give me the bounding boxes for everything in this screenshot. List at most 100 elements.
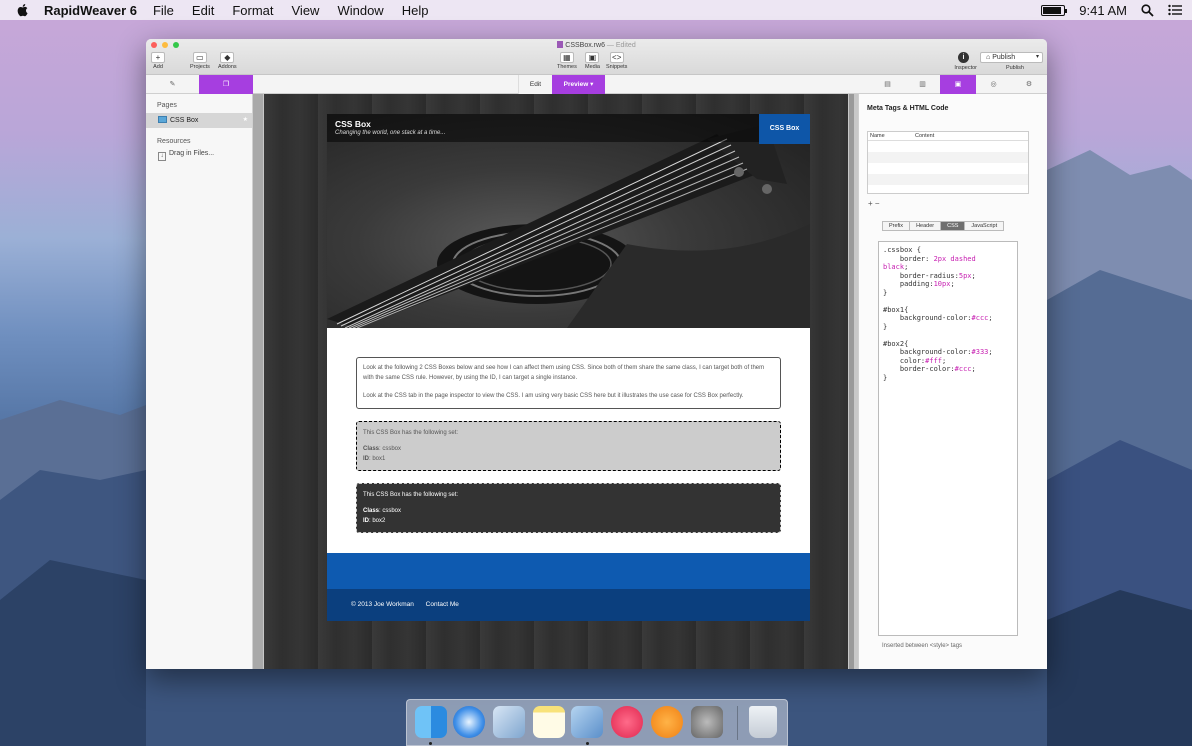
download-file-icon: ↓ [158, 152, 166, 161]
site-footer: © 2013 Joe Workman Contact Me [327, 588, 810, 621]
code-line: border-radius:5px; [883, 271, 976, 280]
system-preferences-icon[interactable] [691, 706, 723, 738]
globe-icon: ◎ [990, 81, 997, 88]
inspector-tab-header[interactable]: ▣ [940, 75, 976, 94]
chevron-down-icon[interactable]: ▾ [1036, 53, 1039, 62]
dock [406, 699, 788, 746]
publish-button[interactable]: ⌂ Publish ▾ [980, 52, 1043, 63]
table-row[interactable] [868, 141, 1028, 152]
site-title: CSS Box [335, 119, 371, 129]
inspector-tab-page[interactable]: ▥ [905, 75, 940, 94]
css-box-2: This CSS Box has the following set: Clas… [356, 482, 781, 533]
code-line: background-color:#ccc; [883, 314, 993, 322]
tab-preview[interactable]: Preview ▾ [552, 75, 605, 94]
footer-copyright: © 2013 Joe Workman [351, 600, 414, 608]
add-remove-meta-buttons[interactable]: + − [868, 199, 880, 208]
media-button[interactable]: ▣ Media [585, 52, 600, 70]
code-line: #box1{ [883, 305, 909, 314]
inspector-tab-general[interactable]: ▤ [870, 75, 905, 94]
table-header: Name Content [868, 132, 1028, 141]
table-row[interactable] [868, 152, 1028, 163]
tools-tab[interactable]: ✎ [146, 75, 199, 94]
menu-format[interactable]: Format [232, 3, 273, 18]
menu-window[interactable]: Window [337, 3, 383, 18]
site-content: Look at the following 2 CSS Boxes below … [327, 328, 810, 553]
code-line: black; [883, 263, 909, 271]
menu-file[interactable]: File [153, 3, 174, 18]
safari-icon[interactable] [453, 706, 485, 738]
inspector-tab-seo[interactable]: ◎ [976, 75, 1011, 94]
site-title-bar [327, 114, 810, 142]
snippets-button[interactable]: <> Snippets [606, 52, 627, 70]
tab-edit[interactable]: Edit [518, 75, 552, 94]
trash-icon[interactable] [749, 706, 777, 738]
intro-box: Look at the following 2 CSS Boxes below … [356, 357, 781, 409]
code-line: } [883, 322, 888, 331]
battery-icon[interactable] [1041, 4, 1068, 16]
clock[interactable]: 9:41 AM [1079, 3, 1127, 18]
snippets-icon: <> [609, 52, 624, 63]
tab-header[interactable]: Header [910, 221, 942, 231]
sidebar: Pages CSS Box ★ Resources ↓ Drag in Files… [146, 94, 253, 669]
preview-left-gutter [253, 94, 263, 669]
site-nav-item[interactable]: CSS Box [759, 114, 810, 144]
chevron-down-icon: ▾ [590, 81, 594, 88]
ibooks-icon[interactable] [651, 706, 683, 738]
themes-button[interactable]: ▦ Themes [557, 52, 577, 70]
inspector-info-icon[interactable]: i [958, 52, 969, 63]
page-icon [158, 116, 167, 123]
menu-edit[interactable]: Edit [192, 3, 214, 18]
sidebar-item-css-box[interactable]: CSS Box ★ [146, 113, 252, 128]
intro-paragraph-2: Look at the CSS tab in the page inspecto… [363, 393, 744, 399]
footer-contact-link[interactable]: Contact Me [426, 601, 459, 608]
notification-center-icon[interactable] [1168, 4, 1182, 16]
media-icon: ▣ [585, 52, 600, 63]
preview-pane[interactable]: CSS Box Changing the world, one stack at… [253, 94, 858, 669]
inspector-tab-settings[interactable]: ⚙ [1011, 75, 1047, 94]
spotlight-search-icon[interactable] [1141, 3, 1154, 17]
gear-icon: ⚙ [1025, 81, 1033, 88]
code-line: color:#fff; [883, 356, 947, 365]
css-code-editor[interactable]: .cssbox { border: 2px dashed black; bord… [878, 241, 1018, 636]
dock-separator [737, 706, 738, 740]
code-line: padding:10px; [883, 280, 955, 288]
menu-view[interactable]: View [292, 3, 320, 18]
tab-prefix[interactable]: Prefix [882, 221, 911, 231]
table-row[interactable] [868, 174, 1028, 185]
code-icon: ▣ [954, 81, 962, 88]
resources-drop-zone[interactable]: ↓ Drag in Files... [146, 150, 252, 161]
app-name-menu[interactable]: RapidWeaver 6 [44, 3, 137, 18]
box2-heading: This CSS Box has the following set: [363, 491, 459, 498]
document-icon [557, 41, 564, 48]
apple-menu-icon[interactable] [16, 3, 30, 17]
add-button[interactable]: + Add [151, 52, 165, 70]
site-banner: CSS Box Changing the world, one stack at… [327, 114, 810, 328]
tab-css[interactable]: CSS [941, 221, 966, 231]
projects-icon: ▭ [192, 52, 207, 63]
table-row[interactable] [868, 163, 1028, 174]
page-icon: ▤ [884, 81, 891, 88]
wrench-icon: ✎ [169, 81, 176, 88]
document-edited-state: — Edited [606, 42, 636, 49]
tab-javascript[interactable]: JavaScript [965, 221, 1005, 231]
pages-tab[interactable]: ❐ [199, 75, 253, 94]
col-name-header: Name [870, 133, 885, 139]
menu-help[interactable]: Help [402, 3, 429, 18]
inspector-panel: Meta Tags & HTML Code Name Content + − P… [858, 94, 1047, 669]
preview-scrollbar[interactable] [849, 94, 854, 669]
code-line: } [883, 373, 888, 382]
projects-button[interactable]: ▭ Projects [190, 52, 210, 70]
meta-tags-table[interactable]: Name Content [867, 131, 1029, 194]
plus-icon: + [151, 52, 165, 63]
addons-button[interactable]: ◆ Addons [218, 52, 237, 70]
itunes-icon[interactable] [611, 706, 643, 738]
preview-icon[interactable] [493, 706, 525, 738]
title-bar: CSSBox.rw6 — Edited + Add ▭ Projects ◆ Addo… [146, 39, 1047, 75]
inspector-title: Meta Tags & HTML Code [867, 105, 949, 112]
finder-icon[interactable] [415, 706, 447, 738]
code-line: background-color:#333; [883, 348, 993, 356]
rapidweaver-icon[interactable] [571, 706, 603, 738]
box1-id: ID: box1 [363, 455, 386, 462]
notes-icon[interactable] [533, 706, 565, 738]
box2-id: ID: box2 [363, 517, 386, 524]
